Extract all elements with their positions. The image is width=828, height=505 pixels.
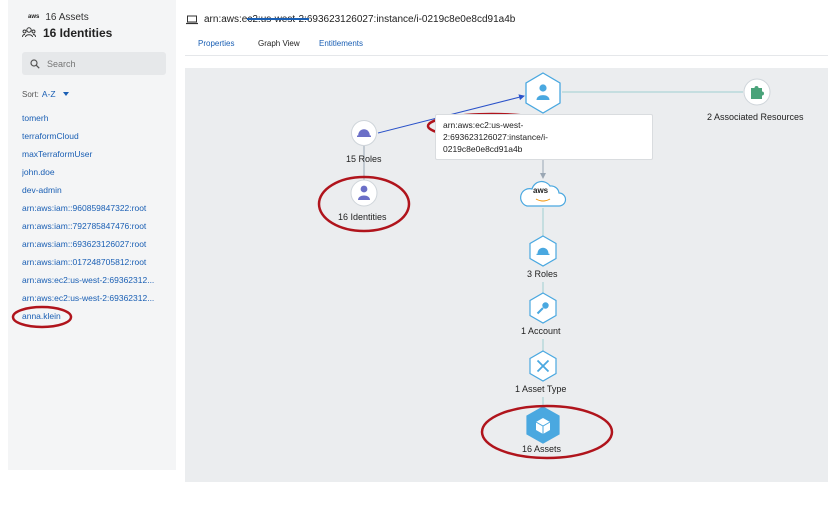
account-label: 1 Account [521,326,561,336]
identity-item-iam-root-1[interactable]: arn:aws:iam::960859847322:root [22,201,172,219]
identity-list: tomerh terraformCloud maxTerraformUser j… [22,111,172,327]
left-roles-label: 15 Roles [346,154,382,164]
assets-node-label: 16 Assets [522,444,562,454]
identity-item-ec2-2[interactable]: arn:aws:ec2:us-west-2:69362312... [22,291,172,309]
identity-item-tomerh[interactable]: tomerh [22,111,172,129]
identities-node-label: 16 Identities [338,212,387,222]
identity-item-john-doe[interactable]: john.doe [22,165,172,183]
identity-item-iam-root-4[interactable]: arn:aws:iam::017248705812:root [22,255,172,273]
tab-graph-view[interactable]: Graph View [258,39,300,48]
instance-arn-card[interactable]: arn:aws:ec2:us-west- 2:693623126027:inst… [435,114,653,160]
tab-properties[interactable]: Properties [198,39,234,48]
identity-item-maxterraformuser[interactable]: maxTerraformUser [22,147,172,165]
page-title: arn:aws:ec2:us-west-2:693623126027:insta… [186,14,515,25]
identities-group-icon [22,27,36,38]
sidebar-title: 16 Identities [43,26,113,40]
identity-item-iam-root-2[interactable]: arn:aws:iam::792785847476:root [22,219,172,237]
instance-arn-line-3: 0219c8e0e8cd91a4b [443,144,523,154]
tab-entitlements[interactable]: Entitlements [319,39,363,48]
assets-count-title: 16 Assets [45,11,89,23]
identity-item-terraformcloud[interactable]: terraformCloud [22,129,172,147]
aws-mini-icon: aws [28,14,40,20]
identity-item-anna-klein[interactable]: anna.klein [22,309,172,327]
search-input[interactable] [47,58,157,69]
instance-arn-line-1: arn:aws:ec2:us-west- [443,120,524,130]
laptop-icon [186,15,198,24]
associated-resources-label: 2 Associated Resources [707,112,804,122]
tab-bar: Properties Graph View Entitlements [185,35,828,56]
app-root: aws 16 Assets 16 Identities Sort: A-Z to… [0,0,828,505]
center-roles-label: 3 Roles [527,269,558,279]
instance-arn-line-2: 2:693623126027:instance/i- [443,132,548,142]
sort-control[interactable]: Sort: A-Z [22,89,69,99]
search-box[interactable] [22,52,166,75]
identity-item-dev-admin[interactable]: dev-admin [22,183,172,201]
active-tab-indicator [247,18,309,20]
identity-item-ec2-1[interactable]: arn:aws:ec2:us-west-2:69362312... [22,273,172,291]
sidebar-cut-header: aws 16 Assets [28,10,89,24]
chevron-down-icon[interactable] [62,92,69,96]
asset-type-label: 1 Asset Type [515,384,567,394]
sort-value[interactable]: A-Z [42,89,56,99]
identity-item-iam-root-3[interactable]: arn:aws:iam::693623126027:root [22,237,172,255]
sort-label: Sort: [22,89,39,99]
aws-label: aws [533,186,549,195]
search-icon [30,58,40,69]
sidebar-header: 16 Identities [22,26,112,40]
